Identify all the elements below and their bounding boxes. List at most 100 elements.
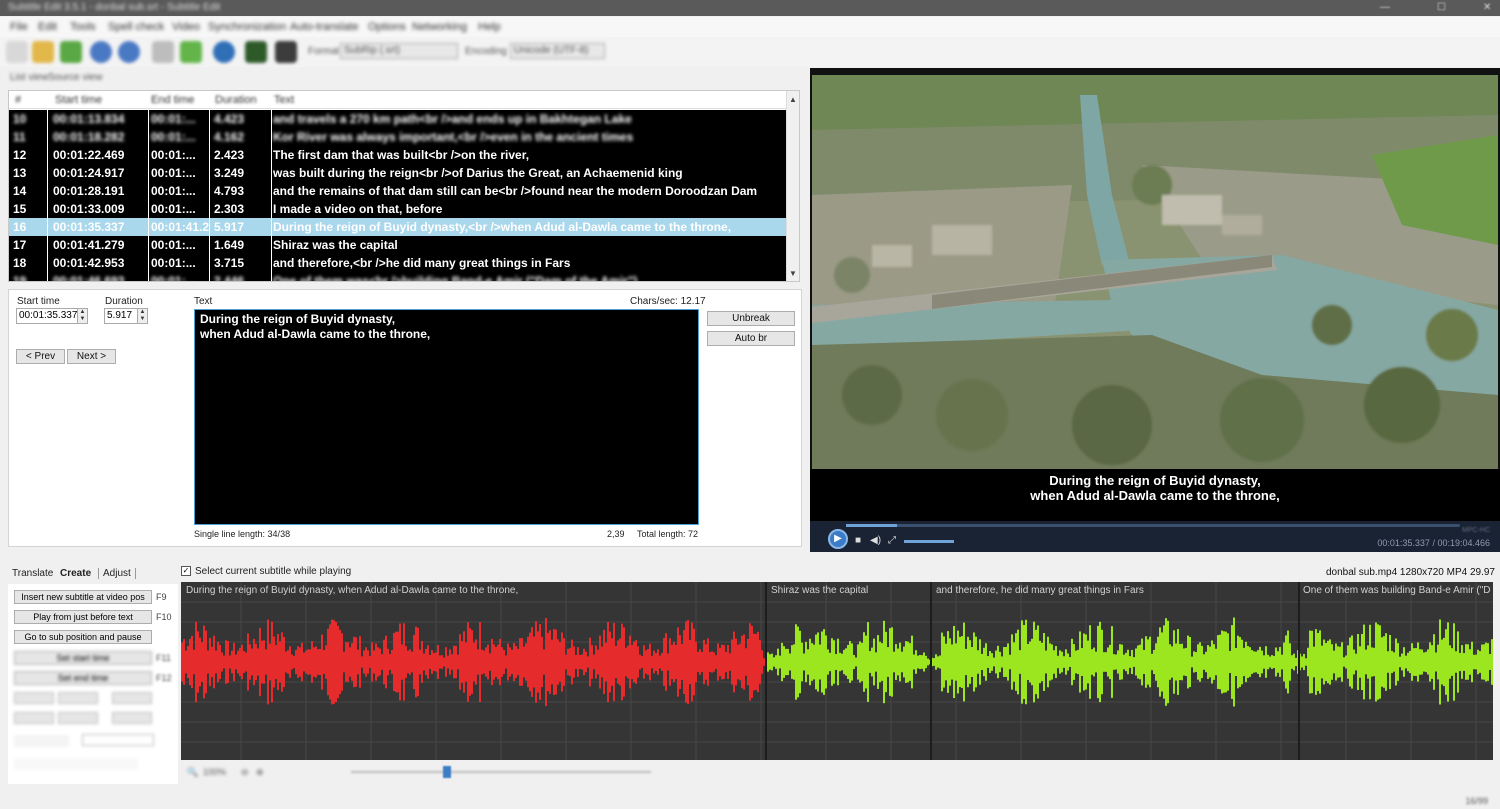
visual-sync-icon[interactable]	[152, 41, 174, 63]
menu-file[interactable]: File	[10, 21, 28, 33]
tab-source-view[interactable]: Source view	[48, 72, 102, 83]
menu-spell-check[interactable]: Spell check	[108, 21, 164, 33]
replace-icon[interactable]	[118, 41, 140, 63]
menu-edit[interactable]: Edit	[38, 21, 57, 33]
table-row[interactable]: 15 00:01:33.009 00:01:... 2.303 I made a vid…	[9, 200, 787, 218]
maximize-button[interactable]: ☐	[1437, 2, 1449, 13]
help-icon[interactable]	[213, 41, 235, 63]
zoom-icon[interactable]: 🔍	[187, 767, 198, 778]
menu-help[interactable]: Help	[478, 21, 501, 33]
zoom-in-icon[interactable]: ⊕	[256, 767, 264, 778]
table-row[interactable]: 12 00:01:22.469 00:01:... 2.423 The first da…	[9, 146, 787, 164]
menu-video[interactable]: Video	[172, 21, 200, 33]
start-time-input[interactable]: 00:01:35.337 ▲ ▼	[16, 308, 88, 324]
waveform-bar	[801, 642, 803, 682]
video-toggle-icon[interactable]	[245, 41, 267, 63]
cell-text: One of them was<br />building Band-e Ami…	[273, 274, 638, 282]
zoom-level[interactable]: 100%	[203, 767, 226, 777]
volume-icon[interactable]: ◀)	[870, 535, 881, 546]
insert-subtitle-button[interactable]: Insert new subtitle at video pos	[14, 590, 152, 604]
table-row[interactable]: 18 00:01:42.953 00:01:... 3.715 and therefor…	[9, 254, 787, 272]
grid-scrollbar[interactable]: ▲ ▼	[786, 91, 799, 281]
seek-forward-button[interactable]	[112, 692, 152, 704]
video-player[interactable]: During the reign of Buyid dynasty, when …	[810, 68, 1500, 552]
encoding-select[interactable]: Unicode (UTF-8)	[510, 43, 605, 59]
waveform-bar	[601, 646, 603, 678]
spell-check-icon[interactable]	[180, 41, 202, 63]
table-row[interactable]: 14 00:01:28.191 00:01:... 4.793 and the rema…	[9, 182, 787, 200]
select-while-playing-checkbox[interactable]: ✓	[181, 566, 191, 576]
col-start-time[interactable]: Start time	[55, 94, 102, 106]
set-start-time-button[interactable]: Set start time	[14, 651, 152, 665]
wave-label-19[interactable]: One of them was building Band-e Amir ("D	[1303, 585, 1491, 596]
table-row[interactable]: 11 00:01:18.282 00:01:... 4.162 Kor River wa…	[9, 128, 787, 146]
tab-list-view[interactable]: List view	[10, 72, 48, 83]
waveform-bar	[1445, 629, 1447, 695]
table-row[interactable]: 16 00:01:35.337 00:01:41.2 5.917 During the …	[9, 218, 787, 236]
waveform-bar	[541, 636, 543, 688]
video-seek-bar[interactable]	[846, 524, 1460, 527]
menu-synchronization[interactable]: Synchronization	[208, 21, 286, 33]
col-number[interactable]: #	[15, 94, 21, 106]
seek-back-2-button[interactable]	[14, 712, 54, 724]
next-button[interactable]: Next >	[67, 349, 116, 364]
menu-options[interactable]: Options	[368, 21, 406, 33]
table-row[interactable]: 17 00:01:41.279 00:01:... 1.649 Shiraz was t…	[9, 236, 787, 254]
play-button[interactable]: ▶	[828, 529, 848, 549]
seek-amount-input[interactable]	[58, 692, 98, 704]
fullscreen-icon[interactable]: ⤢	[888, 535, 896, 546]
seek-back-button[interactable]	[14, 692, 54, 704]
close-button[interactable]: ✕	[1483, 2, 1495, 13]
wave-label-16[interactable]: During the reign of Buyid dynasty, when …	[186, 585, 518, 596]
col-text[interactable]: Text	[274, 94, 294, 106]
wave-label-18[interactable]: and therefore, he did many great things …	[936, 585, 1144, 596]
save-icon[interactable]	[60, 41, 82, 63]
wave-label-17[interactable]: Shiraz was the capital	[771, 585, 868, 596]
waveform-toggle-icon[interactable]	[275, 41, 297, 63]
table-row[interactable]: 19 00:01:46.693 00:01:... 2.446 One of them …	[9, 272, 787, 282]
menu-tools[interactable]: Tools	[70, 21, 96, 33]
play-before-text-button[interactable]: Play from just before text	[14, 610, 152, 624]
subtitle-text-input[interactable]: During the reign of Buyid dynasty, when …	[194, 309, 699, 525]
minimize-button[interactable]: —	[1380, 2, 1392, 13]
waveform-bar	[1143, 649, 1145, 675]
find-icon[interactable]	[90, 41, 112, 63]
format-select[interactable]: SubRip (.srt)	[340, 43, 458, 59]
duration-input[interactable]: 5.917 ▲ ▼	[104, 308, 148, 324]
table-row[interactable]: 13 00:01:24.917 00:01:... 3.249 was built du…	[9, 164, 787, 182]
new-file-icon[interactable]	[6, 41, 28, 63]
waveform-slider-thumb[interactable]	[443, 766, 451, 778]
col-duration[interactable]: Duration	[215, 94, 257, 106]
menu-networking[interactable]: Networking	[412, 21, 467, 33]
waveform-bar	[775, 655, 777, 669]
duration-spinner[interactable]: ▲ ▼	[137, 309, 147, 323]
waveform[interactable]: During the reign of Buyid dynasty, when …	[181, 582, 1493, 760]
waveform-position-slider[interactable]	[351, 771, 651, 773]
start-time-spinner[interactable]: ▲ ▼	[77, 309, 87, 323]
menu-auto-translate[interactable]: Auto-translate	[290, 21, 358, 33]
open-folder-icon[interactable]	[32, 41, 54, 63]
set-end-time-button[interactable]: Set end time	[14, 671, 152, 685]
col-end-time[interactable]: End time	[151, 94, 194, 106]
seek-forward-2-button[interactable]	[112, 712, 152, 724]
waveform-bar	[1409, 650, 1411, 674]
volume-slider[interactable]	[904, 540, 954, 543]
seek-amount-2-input[interactable]	[58, 712, 98, 724]
prev-button[interactable]: < Prev	[16, 349, 65, 364]
tab-create[interactable]: Create	[60, 568, 91, 579]
zoom-out-icon[interactable]: ⊖	[241, 767, 249, 778]
table-row[interactable]: 10 00:01:13.834 00:01:... 4.423 and travels …	[9, 110, 787, 128]
cell-duration: 5.917	[214, 220, 245, 234]
tab-translate[interactable]: Translate	[12, 568, 53, 579]
tab-adjust[interactable]: Adjust	[98, 568, 136, 579]
cell-separator	[271, 182, 272, 200]
waveform-bar	[1233, 617, 1235, 707]
unbreak-button[interactable]: Unbreak	[707, 311, 795, 326]
subtitle-grid[interactable]: # Start time End time Duration Text 10 00…	[8, 90, 800, 282]
go-to-sub-button[interactable]: Go to sub position and pause	[14, 630, 152, 644]
stop-icon[interactable]: ■	[855, 535, 861, 546]
waveform-bar	[751, 625, 753, 699]
waveform-bar	[505, 655, 507, 669]
video-position-input[interactable]	[82, 734, 154, 746]
auto-br-button[interactable]: Auto br	[707, 331, 795, 346]
